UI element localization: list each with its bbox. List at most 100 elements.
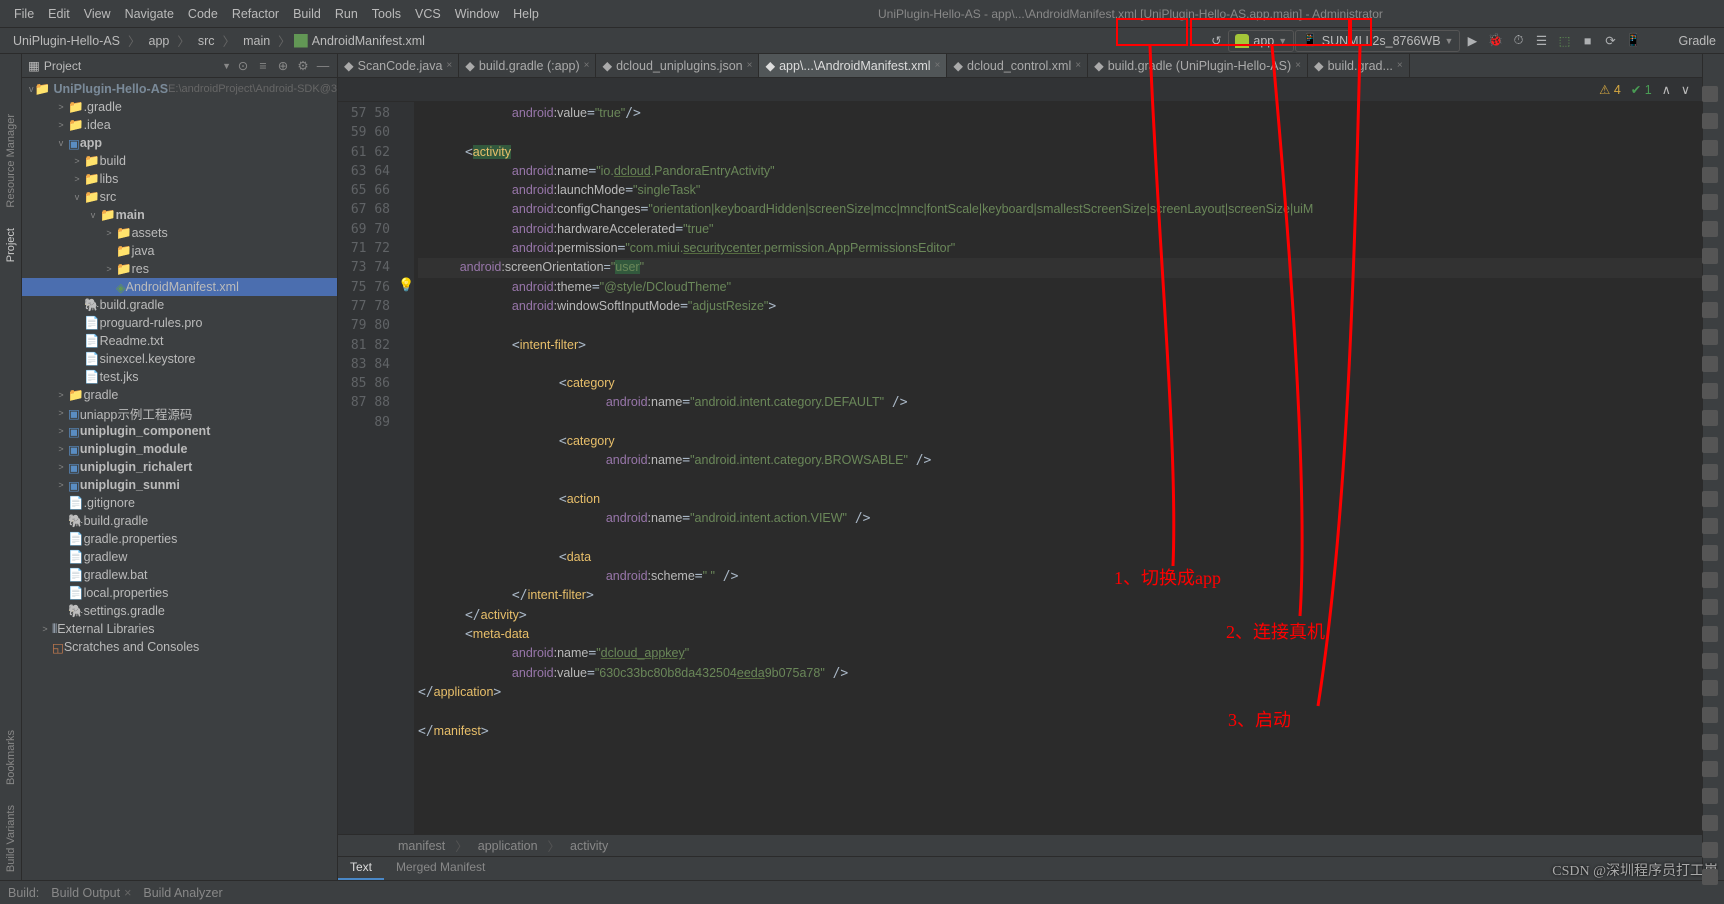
tree-item[interactable]: 📄 gradlew.bat <box>22 566 337 584</box>
tree-item[interactable]: >▣ uniplugin_component <box>22 422 337 440</box>
tree-item[interactable]: >▣ uniplugin_module <box>22 440 337 458</box>
file-icon: ◆ <box>953 58 963 73</box>
tree-item[interactable]: 📄 test.jks <box>22 368 337 386</box>
breadcrumb-root[interactable]: UniPlugin-Hello-AS <box>8 33 125 49</box>
close-icon[interactable]: × <box>1075 60 1081 71</box>
select-opened-icon[interactable]: ⊕ <box>275 58 291 73</box>
tree-item[interactable]: 🐘 build.gradle <box>22 512 337 530</box>
tree-item[interactable]: >📁 assets <box>22 224 337 242</box>
fold-column[interactable]: 💡 <box>396 102 414 834</box>
tree-item[interactable]: >📁 res <box>22 260 337 278</box>
profile-icon[interactable]: ⏱ <box>1507 30 1529 52</box>
menu-navigate[interactable]: Navigate <box>119 5 180 23</box>
bread-activity[interactable]: activity <box>566 839 612 853</box>
tree-item[interactable]: >📁 libs <box>22 170 337 188</box>
build-variants-tab[interactable]: Build Variants <box>5 805 17 872</box>
file-icon: ◆ <box>602 58 612 73</box>
close-icon[interactable]: × <box>584 60 590 71</box>
build-analyzer-tab[interactable]: Build Analyzer <box>143 886 222 900</box>
more-icon[interactable]: ⟳ <box>1599 30 1621 52</box>
tree-item[interactable]: >⫴ External Libraries <box>22 620 337 638</box>
breadcrumb-file[interactable]: AndroidManifest.xml <box>294 34 425 48</box>
tree-item[interactable]: ◱ Scratches and Consoles <box>22 638 337 656</box>
text-tab[interactable]: Text <box>338 857 384 880</box>
close-icon[interactable]: × <box>935 60 941 71</box>
tree-item[interactable]: ◈ AndroidManifest.xml <box>22 278 337 296</box>
menu-help[interactable]: Help <box>507 5 545 23</box>
run-icon[interactable]: ▶ <box>1461 30 1483 52</box>
menu-code[interactable]: Code <box>182 5 224 23</box>
close-icon[interactable]: × <box>1397 60 1403 71</box>
debug-icon[interactable]: 🐞 <box>1484 30 1506 52</box>
menu-edit[interactable]: Edit <box>42 5 76 23</box>
tree-item[interactable]: >▣ uniplugin_richalert <box>22 458 337 476</box>
tree-item[interactable]: 📄 gradle.properties <box>22 530 337 548</box>
tree-item[interactable]: 📄 local.properties <box>22 584 337 602</box>
inspection-nav-down[interactable]: ∨ <box>1681 82 1690 97</box>
coverage-icon[interactable]: ☰ <box>1530 30 1552 52</box>
breadcrumb-main[interactable]: main <box>238 33 275 49</box>
tree-item[interactable]: 📄 sinexcel.keystore <box>22 350 337 368</box>
menu-run[interactable]: Run <box>329 5 364 23</box>
editor-tab[interactable]: ◆app\...\AndroidManifest.xml× <box>759 54 947 77</box>
breadcrumb-src[interactable]: src <box>193 33 220 49</box>
menu-file[interactable]: File <box>8 5 40 23</box>
close-icon[interactable]: × <box>747 60 753 71</box>
intention-bulb-icon[interactable]: 💡 <box>398 277 414 293</box>
merged-manifest-tab[interactable]: Merged Manifest <box>384 857 497 880</box>
tree-item[interactable]: v▣ app <box>22 134 337 152</box>
tree-item[interactable]: >📁 .gradle <box>22 98 337 116</box>
hide-icon[interactable]: — <box>315 59 331 73</box>
annotation-2: 2、连接真机 <box>1226 618 1325 644</box>
settings-icon[interactable]: ⚙ <box>295 58 311 73</box>
bread-application[interactable]: application <box>474 839 542 853</box>
collapse-icon[interactable]: ≡ <box>255 59 271 73</box>
tree-item[interactable]: 🐘 build.gradle <box>22 296 337 314</box>
expand-all-icon[interactable]: ⊙ <box>235 58 251 73</box>
tree-item[interactable]: >📁 gradle <box>22 386 337 404</box>
project-panel-title[interactable]: Project <box>44 59 218 73</box>
tree-item[interactable]: 📁 java <box>22 242 337 260</box>
tree-item[interactable]: 📄 gradlew <box>22 548 337 566</box>
editor-tab[interactable]: ◆ScanCode.java× <box>338 54 459 77</box>
tree-item[interactable]: v📁 main <box>22 206 337 224</box>
inspection-ok-count[interactable]: ✔ 1 <box>1631 82 1652 97</box>
tree-item[interactable]: >▣ uniplugin_sunmi <box>22 476 337 494</box>
bookmarks-tab[interactable]: Bookmarks <box>5 730 17 785</box>
tree-item[interactable]: >▣ uniapp示例工程源码 <box>22 404 337 422</box>
inspection-nav-up[interactable]: ∧ <box>1662 82 1671 97</box>
tree-item[interactable]: 📄 Readme.txt <box>22 332 337 350</box>
tree-item[interactable]: 🐘 settings.gradle <box>22 602 337 620</box>
menu-window[interactable]: Window <box>449 5 505 23</box>
attach-debug-icon[interactable]: ⬚ <box>1553 30 1575 52</box>
code-editor[interactable]: android:value="true"/> <activity android… <box>414 102 1702 834</box>
file-icon: ◆ <box>1094 58 1104 73</box>
inspection-warning-count[interactable]: ⚠ 4 <box>1599 82 1621 97</box>
tree-item[interactable]: 📄 proguard-rules.pro <box>22 314 337 332</box>
resource-manager-tab[interactable]: Resource Manager <box>5 114 17 208</box>
breadcrumb-app[interactable]: app <box>144 33 175 49</box>
tree-item[interactable]: >📁 build <box>22 152 337 170</box>
tree-item[interactable]: >📁 .idea <box>22 116 337 134</box>
title-bar: File Edit View Navigate Code Refactor Bu… <box>0 0 1724 28</box>
line-number-gutter[interactable]: 57 58 59 60 61 62 63 64 65 66 67 68 69 7… <box>338 102 396 834</box>
menu-vcs[interactable]: VCS <box>409 5 447 23</box>
project-tree[interactable]: v📁 UniPlugin-Hello-AS E:\androidProject\… <box>22 78 337 880</box>
bread-manifest[interactable]: manifest <box>394 839 449 853</box>
project-tab[interactable]: Project <box>5 228 17 262</box>
tree-item[interactable]: 📄 .gitignore <box>22 494 337 512</box>
avd-icon[interactable]: 📱 <box>1622 30 1644 52</box>
menu-view[interactable]: View <box>78 5 117 23</box>
editor-tab[interactable]: ◆dcloud_uniplugins.json× <box>596 54 759 77</box>
stop-icon[interactable]: ■ <box>1576 30 1598 52</box>
editor-tab[interactable]: ◆build.gradle (:app)× <box>459 54 596 77</box>
close-icon[interactable]: × <box>446 60 452 71</box>
menu-tools[interactable]: Tools <box>366 5 407 23</box>
menu-build[interactable]: Build <box>287 5 327 23</box>
tree-item[interactable]: v📁 src <box>22 188 337 206</box>
menu-refactor[interactable]: Refactor <box>226 5 285 23</box>
editor-tab[interactable]: ◆dcloud_control.xml× <box>947 54 1088 77</box>
build-output-tab[interactable]: Build Output × <box>51 886 131 900</box>
tree-root[interactable]: v📁 UniPlugin-Hello-AS E:\androidProject\… <box>22 80 337 98</box>
gradle-panel-btn[interactable]: Gradle <box>1678 34 1716 48</box>
